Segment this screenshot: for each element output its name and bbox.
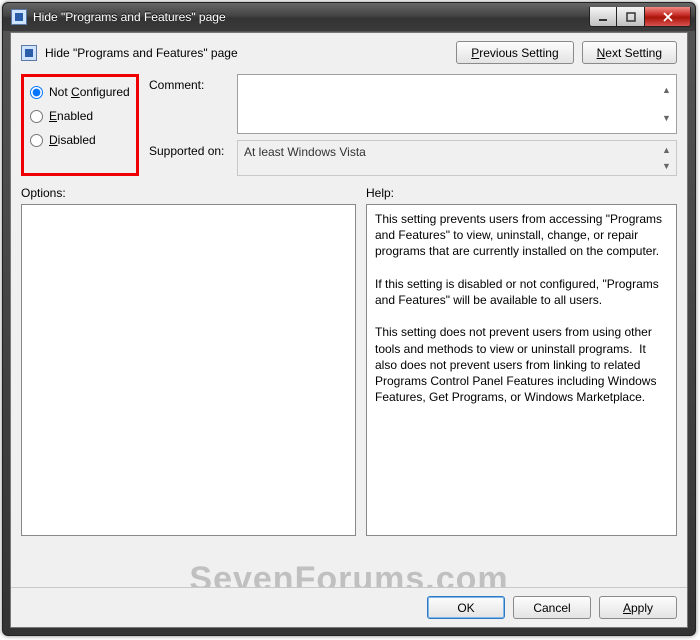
apply-button[interactable]: Apply (599, 596, 677, 619)
close-icon (662, 12, 674, 22)
cancel-button[interactable]: Cancel (513, 596, 591, 619)
config-row: Not Configured Enabled Disabled Comment:… (11, 70, 687, 182)
chevron-up-icon[interactable]: ▲ (658, 142, 675, 158)
minimize-button[interactable] (589, 7, 617, 27)
supported-value-box: At least Windows Vista ▲▼ (237, 140, 677, 176)
window-title: Hide "Programs and Features" page (33, 10, 589, 24)
ok-button[interactable]: OK (427, 596, 505, 619)
options-label: Options: (21, 186, 356, 200)
comment-input[interactable]: ▲▼ (237, 74, 677, 134)
panel-labels: Options: Help: (11, 182, 687, 202)
policy-icon (11, 9, 27, 25)
chevron-up-icon[interactable]: ▲ (658, 76, 675, 104)
chevron-down-icon[interactable]: ▼ (658, 104, 675, 132)
radio-not-configured[interactable]: Not Configured (30, 85, 130, 99)
window-frame: Hide "Programs and Features" page Hide "… (2, 2, 696, 636)
dialog-buttons: OK Cancel Apply (11, 587, 687, 627)
supported-value: At least Windows Vista (244, 145, 366, 159)
client-area: Hide "Programs and Features" page Previo… (10, 32, 688, 628)
header-row: Hide "Programs and Features" page Previo… (11, 33, 687, 70)
radio-disabled-label: Disabled (49, 133, 96, 147)
previous-setting-button[interactable]: Previous Setting (456, 41, 573, 64)
next-setting-button[interactable]: Next Setting (582, 41, 677, 64)
chevron-down-icon[interactable]: ▼ (658, 158, 675, 174)
radio-enabled[interactable]: Enabled (30, 109, 130, 123)
comment-scroll[interactable]: ▲▼ (658, 76, 675, 132)
panels: This setting prevents users from accessi… (11, 202, 687, 542)
window-controls (589, 7, 691, 27)
supported-label: Supported on: (149, 140, 229, 158)
options-panel[interactable] (21, 204, 356, 536)
radio-not-configured-input[interactable] (30, 86, 43, 99)
comment-label: Comment: (149, 74, 229, 92)
maximize-button[interactable] (617, 7, 645, 27)
radio-enabled-label: Enabled (49, 109, 93, 123)
close-button[interactable] (645, 7, 691, 27)
state-radio-group: Not Configured Enabled Disabled (21, 74, 139, 176)
nav-buttons: Previous Setting Next Setting (456, 41, 677, 64)
help-panel[interactable]: This setting prevents users from accessi… (366, 204, 677, 536)
detail-fields: Comment: ▲▼ Supported on: At least Windo… (149, 74, 677, 176)
titlebar[interactable]: Hide "Programs and Features" page (3, 3, 695, 31)
maximize-icon (626, 12, 636, 22)
radio-not-configured-label: Not Configured (49, 85, 130, 99)
minimize-icon (598, 12, 608, 22)
radio-disabled[interactable]: Disabled (30, 133, 130, 147)
supported-scroll[interactable]: ▲▼ (658, 142, 675, 174)
radio-enabled-input[interactable] (30, 110, 43, 123)
help-label: Help: (366, 186, 394, 200)
comment-row: Comment: ▲▼ (149, 74, 677, 134)
supported-row: Supported on: At least Windows Vista ▲▼ (149, 140, 677, 176)
setting-title: Hide "Programs and Features" page (45, 46, 456, 60)
radio-disabled-input[interactable] (30, 134, 43, 147)
policy-icon (21, 45, 37, 61)
